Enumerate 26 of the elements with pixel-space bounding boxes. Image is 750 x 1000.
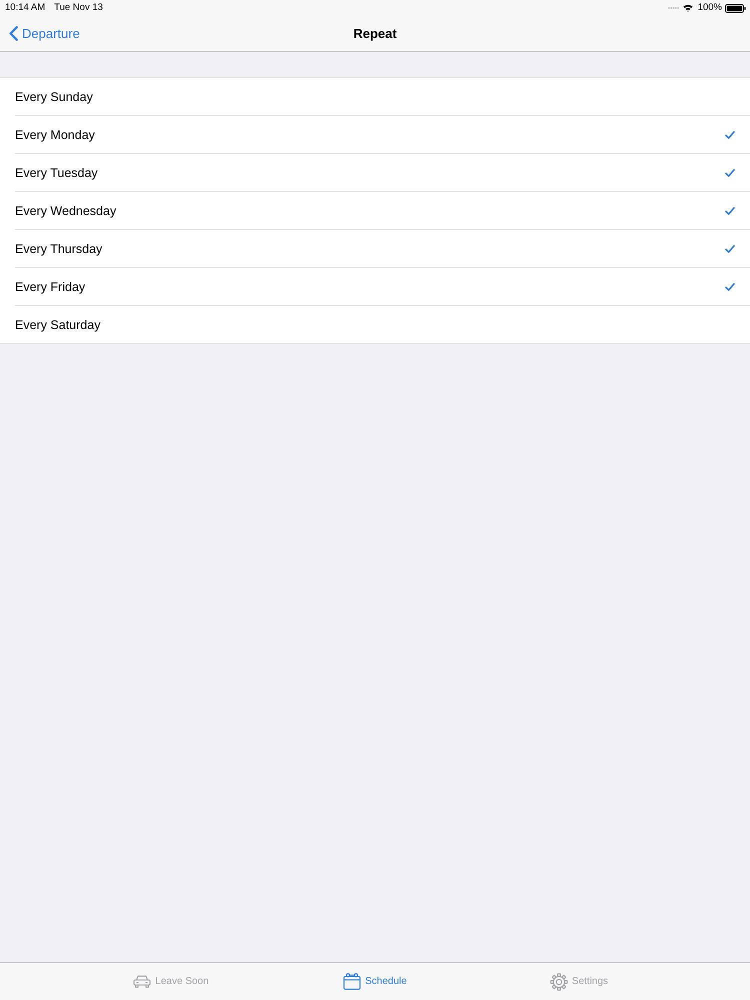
battery-icon (725, 4, 746, 12)
day-label: Every Tuesday (15, 166, 98, 180)
wifi-icon (682, 4, 693, 12)
day-row[interactable]: Every Sunday (15, 78, 750, 115)
day-label: Every Monday (15, 128, 95, 142)
car-icon (133, 975, 152, 988)
day-row[interactable]: Every Wednesday (15, 191, 750, 229)
day-row[interactable]: Every Friday (15, 267, 750, 305)
status-time: 10:14 AM (5, 2, 46, 14)
day-label: Every Sunday (15, 90, 93, 104)
status-date: Tue Nov 13 (54, 2, 103, 14)
battery-percent: 100% (698, 2, 722, 14)
day-label: Every Thursday (15, 242, 102, 256)
day-label: Every Wednesday (15, 204, 116, 218)
day-label: Every Friday (15, 280, 86, 294)
gear-icon (550, 972, 568, 990)
calendar-icon (343, 973, 362, 990)
back-button[interactable]: Departure (9, 26, 80, 41)
chevron-left-icon (9, 26, 18, 41)
page-title: Repeat (353, 26, 397, 41)
day-row[interactable]: Every Saturday (15, 305, 750, 343)
day-row[interactable]: Every Monday (15, 115, 750, 153)
tab-item[interactable]: Schedule (273, 973, 477, 990)
day-row[interactable]: Every Tuesday (15, 153, 750, 191)
day-row[interactable]: Every Thursday (15, 229, 750, 267)
day-label: Every Saturday (15, 318, 100, 332)
